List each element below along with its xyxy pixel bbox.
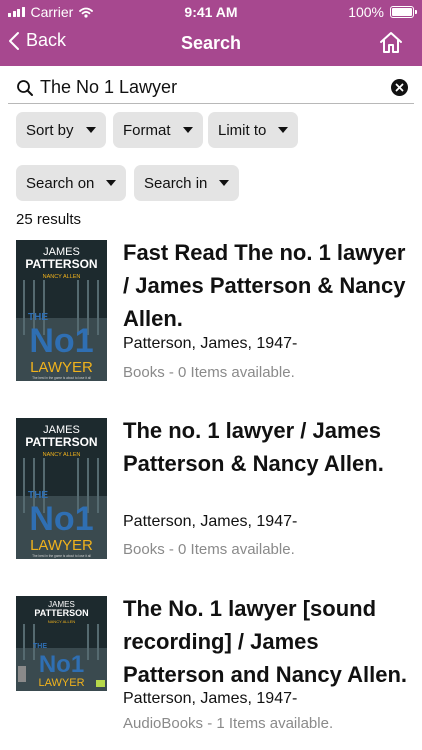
limit-to-dropdown[interactable]: Limit to [208,112,299,148]
item-author: Patterson, James, 1947- [123,513,298,530]
item-title: The no. 1 lawyer / James Patterson & Nan… [123,418,384,476]
sort-by-dropdown[interactable]: Sort by [16,112,106,148]
cover-title-bottom: LAWYER [30,537,93,554]
page-title: Search [180,33,242,53]
cover-author-line2: PATTERSON [34,608,88,618]
search-on-label: Search on [26,174,95,192]
search-in-label: Search in [144,174,208,192]
format-dropdown[interactable]: Format [113,112,203,148]
cover-title-big: No1 [39,651,84,678]
item-author: Patterson, James, 1947- [123,690,298,707]
list-item[interactable]: JAMES PATTERSON NANCY ALLEN THE No1 LAWY… [0,236,422,406]
cover-title-bottom: LAWYER [30,359,93,376]
app-header: Carrier 9:41 AM 100% Back Search [0,0,422,66]
caret-down-icon [85,127,96,133]
nav-bar: Back Search [0,22,422,66]
cover-coauthor: NANCY ALLEN [43,274,81,280]
item-availability: Books - 0 Items available. [123,364,295,381]
search-input[interactable] [40,77,380,98]
book-cover-image: JAMES PATTERSON NANCY ALLEN THE No1 LAWY… [16,240,107,381]
cover-coauthor: NANCY ALLEN [43,452,81,458]
item-availability: AudioBooks - 1 Items available. [123,715,334,732]
status-bar: Carrier 9:41 AM 100% [0,0,422,22]
cover-title-top: THE [33,643,47,650]
search-bar [8,72,414,104]
caret-down-icon [219,180,230,186]
list-item[interactable]: JAMES PATTERSON NANCY ALLEN THE No1 LAWY… [0,414,422,584]
cover-title-big: No1 [29,500,93,538]
limit-to-label: Limit to [218,121,267,139]
clear-search-button[interactable] [391,79,408,96]
search-in-dropdown[interactable]: Search in [134,165,240,201]
close-icon [395,83,404,92]
result-count: 25 results [16,211,82,228]
cover-tagline: The best in the game is about to lose it… [32,376,91,380]
book-cover-image: JAMES PATTERSON NANCY ALLEN THE No1 LAWY… [16,418,107,559]
item-author: Patterson, James, 1947- [123,335,298,352]
home-icon[interactable] [378,30,404,56]
item-title: Fast Read The no. 1 lawyer / James Patte… [123,240,406,331]
cover-tagline: The best in the game is about to lose it… [32,554,91,558]
list-item[interactable]: JAMES PATTERSON NANCY ALLEN THE No1 LAWY… [0,592,422,750]
cover-title-bottom: LAWYER [38,677,84,689]
cover-title-big: No1 [29,322,93,360]
cover-author-line2: PATTERSON [25,435,97,449]
item-availability: Books - 0 Items available. [123,541,295,558]
search-icon [17,79,33,96]
format-label: Format [123,121,171,139]
book-cover-image: JAMES PATTERSON NANCY ALLEN THE No1 LAWY… [16,596,107,691]
cover-author-line2: PATTERSON [25,257,97,271]
battery-icon [390,6,417,18]
battery-label: 100% [348,4,384,20]
caret-down-icon [182,127,193,133]
item-title: The No. 1 lawyer [sound recording] / Jam… [123,596,408,687]
caret-down-icon [106,180,117,186]
caret-down-icon [278,127,289,133]
sort-by-label: Sort by [26,121,74,139]
search-on-dropdown[interactable]: Search on [16,165,127,201]
status-right: 100% [348,4,417,20]
cover-coauthor: NANCY ALLEN [48,619,76,624]
